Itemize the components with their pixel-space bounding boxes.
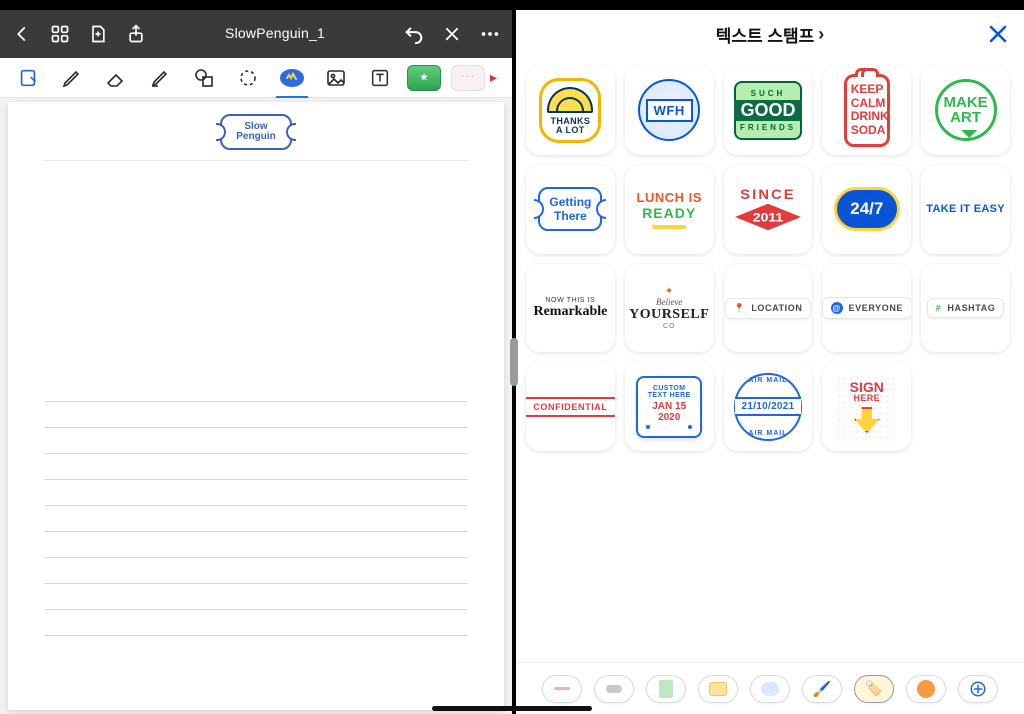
status-bar xyxy=(0,0,1024,10)
more-icon[interactable] xyxy=(478,22,502,46)
tab-add-category[interactable] xyxy=(958,675,998,703)
placed-stamp-slow-penguin[interactable]: SlowPenguin xyxy=(220,114,292,150)
stamp-make-art[interactable]: MAKE ART xyxy=(921,66,1010,155)
stamp-wfh[interactable]: WFH xyxy=(625,66,714,155)
stamp-icon: 🏷️ xyxy=(865,680,882,697)
stamp-thanks-a-lot[interactable]: THANKS A LOT xyxy=(526,66,615,155)
back-icon[interactable] xyxy=(10,22,34,46)
arrow-down-icon xyxy=(854,407,880,433)
split-view-divider[interactable] xyxy=(512,10,516,714)
add-page-icon[interactable] xyxy=(86,22,110,46)
stamp-since-2011[interactable]: SINCE 2011 xyxy=(724,165,813,254)
grid-view-icon[interactable] xyxy=(48,22,72,46)
tab-paper-note[interactable] xyxy=(646,675,686,703)
plus-icon: ✦ xyxy=(629,286,709,297)
stamp-lunch-ready[interactable]: LUNCH IS READY xyxy=(625,165,714,254)
chevron-right-icon: › xyxy=(818,24,824,45)
stamp-hashtag[interactable]: #HASHTAG xyxy=(921,264,1010,353)
sticker-tool-icon[interactable] xyxy=(270,58,314,98)
shape-tool-icon[interactable] xyxy=(182,58,226,98)
tab-sticky-note[interactable] xyxy=(698,675,738,703)
sticker-panel-title[interactable]: 텍스트 스탬프 › xyxy=(716,22,825,47)
tab-bubble[interactable] xyxy=(750,675,790,703)
sticker-category-tabs: 🖌️ 🏷️ xyxy=(516,662,1024,714)
close-page-icon[interactable] xyxy=(440,22,464,46)
tab-tape-thin[interactable] xyxy=(542,675,582,703)
stamp-custom-date-card[interactable]: CUSTOM TEXT HERE JAN 15 2020 xyxy=(625,362,714,451)
document-title[interactable]: SlowPenguin_1 xyxy=(225,25,325,41)
pin-icon: 📍 xyxy=(734,303,746,314)
stamp-believe-yourself[interactable]: ✦ Believe YOURSELF CO xyxy=(625,264,714,353)
favorite-pale-icon[interactable]: · · · xyxy=(446,58,490,98)
favorite-green-icon[interactable]: ★ xyxy=(402,58,446,98)
image-tool-icon[interactable] xyxy=(314,58,358,98)
stamp-remarkable[interactable]: NOW THIS IS Remarkable xyxy=(526,264,615,353)
hash-icon: # xyxy=(936,303,942,313)
brush-icon: 🖌️ xyxy=(813,680,832,698)
stamp-text-line2: Penguin xyxy=(236,131,275,142)
toolbar-overflow-icon[interactable]: ▸ xyxy=(490,69,502,86)
stamp-air-mail[interactable]: AIR MAIL 21/10/2021 AIR MAIL xyxy=(724,362,813,451)
tab-brush[interactable]: 🖌️ xyxy=(802,675,842,703)
tab-ball[interactable] xyxy=(906,675,946,703)
home-indicator[interactable] xyxy=(432,706,592,711)
lasso-tool-icon[interactable] xyxy=(226,58,270,98)
tab-text-stamp[interactable]: 🏷️ xyxy=(854,675,894,703)
tab-tape-wide[interactable] xyxy=(594,675,634,703)
stamp-take-it-easy[interactable]: TAKE IT EASY xyxy=(921,165,1010,254)
editor-navbar: SlowPenguin_1 xyxy=(0,10,512,58)
undo-icon[interactable] xyxy=(402,22,426,46)
mention-icon: @ xyxy=(831,302,843,314)
highlighter-tool-icon[interactable] xyxy=(138,58,182,98)
eraser-tool-icon[interactable] xyxy=(94,58,138,98)
stamp-text-line1: Slow xyxy=(244,121,267,132)
paper-page[interactable]: SlowPenguin xyxy=(8,102,504,710)
pen-tool-icon[interactable] xyxy=(50,58,94,98)
stamp-confidential[interactable]: CONFIDENTIAL xyxy=(526,362,615,451)
editor-toolbar: ★ · · · ▸ xyxy=(0,58,512,98)
stamp-everyone[interactable]: @EVERYONE xyxy=(822,264,911,353)
stamp-location[interactable]: 📍LOCATION xyxy=(724,264,813,353)
stamp-keep-calm[interactable]: KEEP CALM DRINK SODA xyxy=(822,66,911,155)
stamp-good-friends[interactable]: SUCH GOOD FRIENDS xyxy=(724,66,813,155)
stamp-247[interactable]: 24/7 xyxy=(822,165,911,254)
stamp-getting-there[interactable]: Getting There xyxy=(526,165,615,254)
ball-icon xyxy=(917,680,935,698)
note-editor-pane: SlowPenguin_1 xyxy=(0,10,512,714)
stamp-sign-here[interactable]: SIGN HERE xyxy=(822,362,911,451)
close-panel-button[interactable] xyxy=(986,22,1010,46)
sticker-panel-header: 텍스트 스탬프 › xyxy=(516,10,1024,58)
note-canvas[interactable]: SlowPenguin xyxy=(0,98,512,714)
sticker-panel: 텍스트 스탬프 › THANKS A LOT WFH xyxy=(516,10,1024,714)
share-icon[interactable] xyxy=(124,22,148,46)
text-tool-icon[interactable] xyxy=(358,58,402,98)
readonly-tool-icon[interactable] xyxy=(6,58,50,98)
sticker-grid: THANKS A LOT WFH SUCH GOOD FRIENDS KEEP … xyxy=(526,66,1010,451)
